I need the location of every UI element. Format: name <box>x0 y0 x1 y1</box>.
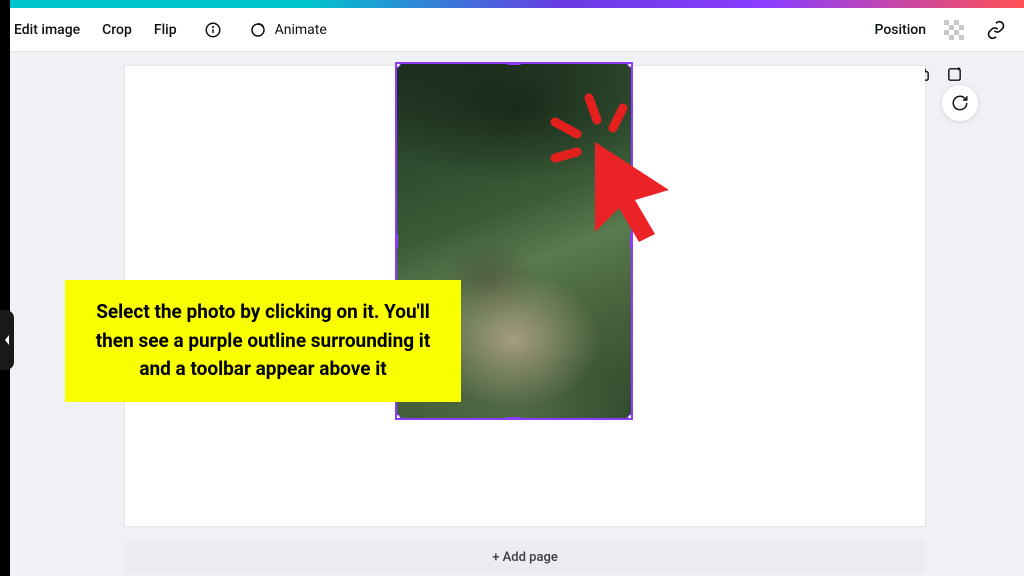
link-icon[interactable] <box>982 16 1010 44</box>
app-gradient-bar <box>0 0 1024 8</box>
edit-image-button[interactable]: Edit image <box>14 22 80 38</box>
resize-handle-tl[interactable] <box>395 62 401 68</box>
animate-icon <box>249 21 267 39</box>
instruction-callout: Select the photo by clicking on it. You'… <box>65 280 461 402</box>
resize-handle-br[interactable] <box>627 414 633 420</box>
info-icon[interactable] <box>199 16 227 44</box>
animate-button[interactable]: Animate <box>249 21 327 39</box>
resize-edge-top[interactable] <box>506 62 522 65</box>
add-page-button[interactable]: + Add page <box>125 540 925 574</box>
transparency-icon[interactable] <box>940 16 968 44</box>
add-page-icon[interactable] <box>944 64 964 84</box>
resize-edge-bottom[interactable] <box>506 417 522 420</box>
flip-button[interactable]: Flip <box>154 22 177 38</box>
context-toolbar: Edit image Crop Flip Animate Position <box>0 8 1024 52</box>
canvas-area: Select the photo by clicking on it. You'… <box>0 52 1024 576</box>
refresh-fab[interactable] <box>941 84 979 122</box>
crop-button[interactable]: Crop <box>102 22 132 38</box>
animate-label: Animate <box>275 22 327 38</box>
resize-handle-bl[interactable] <box>395 414 401 420</box>
position-button[interactable]: Position <box>874 22 926 38</box>
resize-handle-tr[interactable] <box>627 62 633 68</box>
resize-edge-left[interactable] <box>395 233 398 249</box>
canvas-page[interactable]: Select the photo by clicking on it. You'… <box>125 66 925 526</box>
resize-edge-right[interactable] <box>630 233 633 249</box>
